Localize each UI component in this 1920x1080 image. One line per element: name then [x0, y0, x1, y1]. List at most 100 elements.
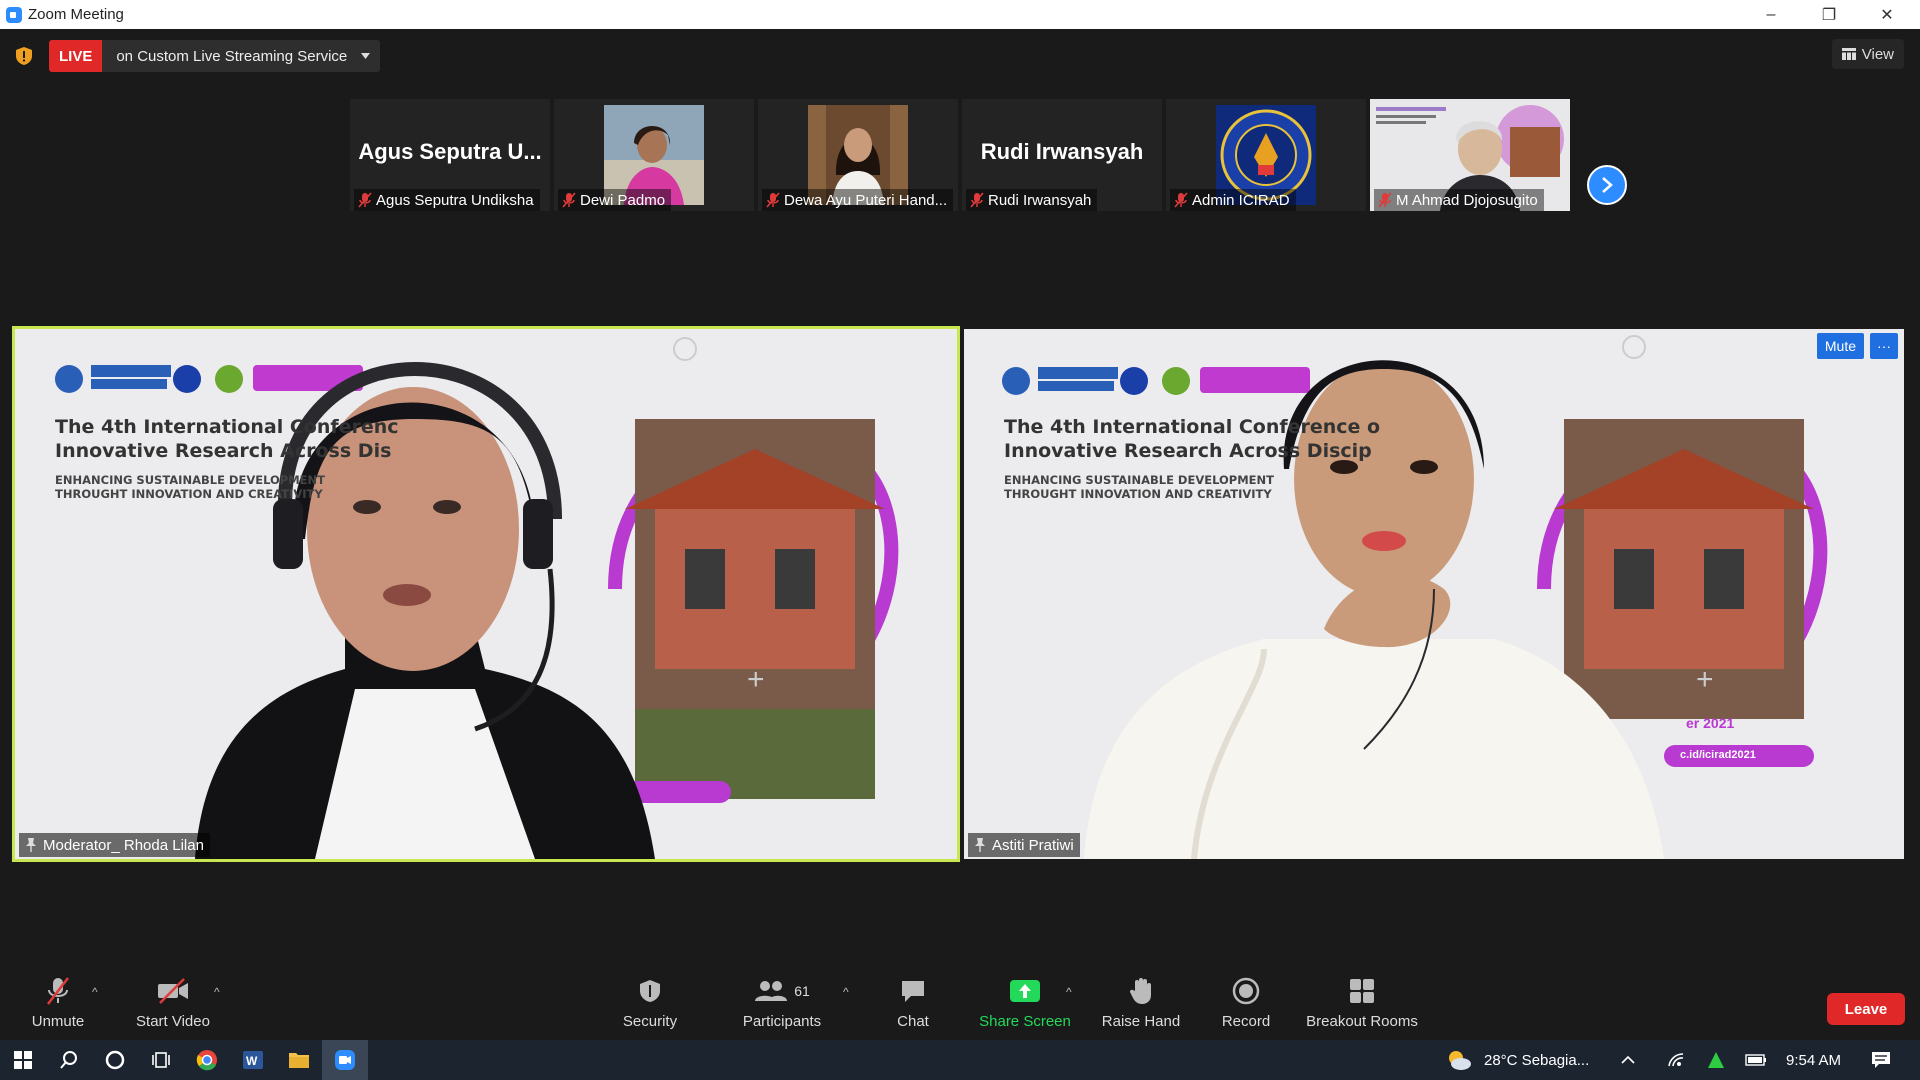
participant-name-label: Agus Seputra Undiksha — [376, 191, 534, 209]
record-button[interactable]: Record — [1186, 975, 1306, 1037]
participant-name-label: Dewi Padmo — [580, 191, 666, 209]
mic-muted-icon — [562, 192, 576, 208]
word-taskbar-button[interactable]: W — [230, 1040, 276, 1080]
view-button[interactable]: View — [1831, 39, 1904, 69]
participant-display-name: Rudi Irwansyah — [980, 139, 1144, 164]
battery-tray-icon[interactable] — [1740, 1040, 1772, 1080]
app-tray-icon[interactable] — [1700, 1040, 1732, 1080]
chevron-up-icon — [1621, 1055, 1635, 1064]
participant-thumbnail[interactable]: Agus Seputra U... Agus Seputra Undiksha — [350, 99, 550, 211]
shield-icon — [640, 980, 660, 1002]
folder-icon — [289, 1053, 309, 1068]
search-icon — [60, 1051, 77, 1069]
tray-overflow-button[interactable] — [1612, 1040, 1644, 1080]
mic-muted-icon — [358, 192, 372, 208]
participant-name-tag: Astiti Pratiwi — [968, 833, 1080, 857]
pin-icon — [975, 838, 985, 852]
share-options-caret[interactable]: ^ — [1066, 985, 1072, 999]
chat-button[interactable]: Chat — [853, 975, 973, 1037]
security-label: Security — [622, 1013, 678, 1030]
breakout-rooms-button[interactable]: Breakout Rooms — [1302, 975, 1422, 1037]
live-service-label: on Custom Live Streaming Service — [116, 47, 348, 65]
audio-options-caret[interactable]: ^ — [92, 985, 98, 999]
network-tray-icon[interactable] — [1660, 1040, 1692, 1080]
zoom-app-icon — [6, 6, 22, 23]
share-screen-icon — [1010, 980, 1040, 1002]
participant-name-label: Rudi Irwansyah — [988, 191, 1092, 209]
zoom-taskbar-button[interactable] — [322, 1040, 368, 1080]
conference-subtitle-line-1: ENHANCING SUSTAINABLE DEVELOPMENT — [55, 473, 325, 487]
windows-logo-icon — [14, 1051, 32, 1069]
speaker-video-feed: + — [15, 329, 957, 859]
conference-title-line-1: The 4th International Conferenc — [55, 416, 399, 438]
restore-button[interactable]: ❐ — [1800, 0, 1858, 29]
minimize-button[interactable]: – — [1742, 0, 1800, 29]
video-options-caret[interactable]: ^ — [214, 985, 220, 999]
mic-muted-icon — [1174, 192, 1188, 208]
mic-muted-icon — [766, 192, 780, 208]
participant-thumbnail[interactable]: Admin ICIRAD — [1166, 99, 1366, 211]
raise-hand-label: Raise Hand — [1101, 1013, 1181, 1030]
unmute-button[interactable]: Unmute — [0, 975, 118, 1037]
view-label: View — [1861, 45, 1894, 63]
notifications-button[interactable] — [1858, 1040, 1904, 1080]
participants-options-caret[interactable]: ^ — [843, 985, 849, 999]
video-tile-active-speaker[interactable]: + The 4th International Conferenc Innova… — [12, 326, 960, 862]
weather-cloud-icon — [1449, 1051, 1471, 1070]
raise-hand-button[interactable]: Raise Hand — [1081, 975, 1201, 1037]
live-stream-indicator[interactable]: LIVE on Custom Live Streaming Service — [49, 40, 381, 72]
participant-thumbnail[interactable]: Rudi Irwansyah Rudi Irwansyah — [962, 99, 1162, 211]
participant-name: Astiti Pratiwi — [992, 836, 1074, 854]
conference-title-line-2: Innovative Research Across Dis — [55, 440, 392, 462]
window-title: Zoom Meeting — [28, 6, 124, 23]
security-button[interactable]: Security — [590, 975, 710, 1037]
chat-icon — [902, 981, 924, 1002]
close-button[interactable]: ✕ — [1858, 0, 1916, 29]
participant-name-label: Admin ICIRAD — [1192, 191, 1290, 209]
record-icon — [1232, 977, 1260, 1005]
conference-title-line-2: Innovative Research Across Discip — [1004, 440, 1372, 462]
speaker-name: Moderator_ Rhoda Lilan — [43, 836, 204, 854]
weather-widget[interactable] — [1436, 1040, 1482, 1080]
mute-participant-button[interactable]: Mute — [1816, 333, 1864, 359]
mic-muted-icon — [47, 977, 69, 1005]
windows-taskbar: W 28°C Sebagia... 9:54 AM — [0, 1040, 1920, 1080]
clock-time[interactable]: 9:54 AM — [1786, 1040, 1841, 1080]
green-triangle-icon — [1708, 1052, 1724, 1068]
task-view-button[interactable] — [138, 1040, 184, 1080]
search-button[interactable] — [46, 1040, 92, 1080]
record-label: Record — [1221, 1013, 1271, 1030]
participant-name-tag: Moderator_ Rhoda Lilan — [19, 833, 210, 857]
conference-title-line-1: The 4th International Conference o — [1004, 416, 1381, 438]
chrome-taskbar-button[interactable] — [184, 1040, 230, 1080]
conference-subtitle-line-2: THROUGHT INNOVATION AND CREATIVITY — [1004, 487, 1272, 501]
conference-date-text: er 2021 — [1686, 715, 1735, 731]
encryption-shield-icon[interactable] — [15, 46, 33, 66]
word-icon: W — [243, 1051, 263, 1069]
participants-button[interactable]: 61 Participants — [722, 975, 842, 1037]
start-button[interactable] — [0, 1040, 46, 1080]
weather-text[interactable]: 28°C Sebagia... — [1484, 1040, 1589, 1080]
participant-thumbnail[interactable]: Dewa Ayu Puteri Hand... — [758, 99, 958, 211]
participant-display-name: Agus Seputra U... — [358, 139, 542, 164]
cortana-button[interactable] — [92, 1040, 138, 1080]
share-screen-label: Share Screen — [979, 1013, 1071, 1030]
live-badge: LIVE — [49, 40, 103, 72]
svg-text:W: W — [246, 1054, 258, 1068]
participant-thumbnail[interactable]: M Ahmad Djojosugito — [1370, 99, 1570, 211]
leave-meeting-button[interactable]: Leave — [1827, 993, 1905, 1025]
svg-text:+: + — [747, 663, 765, 696]
breakout-rooms-icon — [1350, 979, 1374, 1003]
participant-thumbnail[interactable]: Dewi Padmo — [554, 99, 754, 211]
more-options-button[interactable]: ··· — [1870, 333, 1898, 359]
conference-url-text: c.id/icirad2021 — [1680, 749, 1756, 761]
file-explorer-taskbar-button[interactable] — [276, 1040, 322, 1080]
wifi-icon — [1668, 1053, 1684, 1067]
chrome-icon — [196, 1050, 217, 1071]
svg-text:+: + — [1696, 663, 1714, 696]
next-page-button[interactable] — [1587, 165, 1627, 205]
mic-muted-icon — [1378, 192, 1392, 208]
chevron-right-icon — [1602, 177, 1613, 193]
video-tile[interactable]: + The 4th International Conference o Inn… — [964, 329, 1904, 859]
cortana-circle-icon — [105, 1050, 125, 1070]
